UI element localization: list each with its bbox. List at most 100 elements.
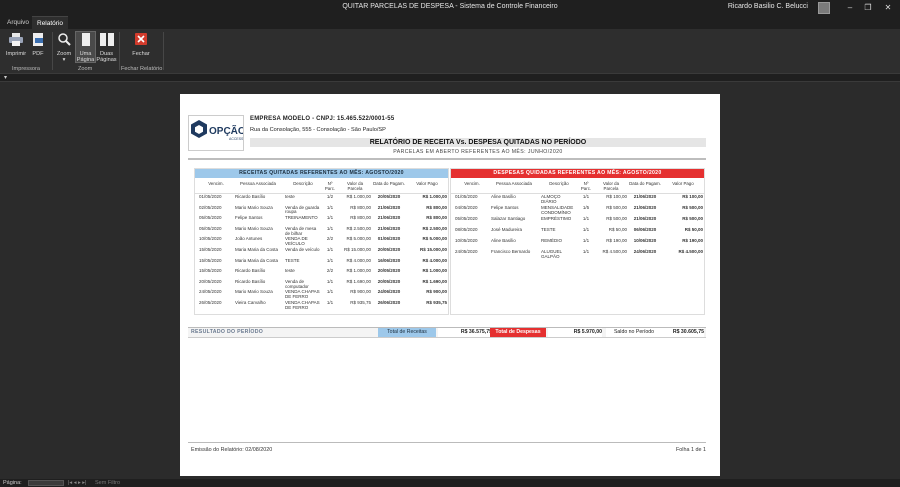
table-cell: Mario Mario Souza — [235, 289, 273, 295]
table-cell: R$ 500,00 — [682, 205, 703, 210]
table-row: 15/05/2020 Maria Maria da Costa Venda de v… — [195, 247, 448, 258]
table-cell: 10/05/2020 — [455, 238, 478, 243]
table-cell: José Madureira — [491, 227, 523, 232]
table-cell: R$ 1.000,00 — [346, 268, 371, 274]
table-cell: 08/05/2020 — [455, 227, 478, 232]
page-label: Página: — [3, 480, 22, 486]
table-row: 01/05/2020 Aline Basílio ALMOÇO DIÁRIO 1/1 R… — [451, 194, 704, 205]
table-cell: 21/06/2020 — [377, 225, 401, 231]
report-subtitle: PARCELAS EM ABERTO REFERENTES AO MÊS: JU… — [393, 149, 563, 155]
tab-arquivo[interactable]: Arquivo — [2, 16, 34, 29]
avatar[interactable] — [818, 2, 830, 14]
table-cell: 05/05/2020 — [455, 216, 478, 221]
table-cell: R$ 800,00 — [426, 215, 447, 221]
close-report-button[interactable]: Fechar — [130, 32, 152, 57]
receitas-panel: RECEITAS QUITADAS REFERENTES AO MÊS: AGO… — [194, 168, 449, 315]
column-header: Descrição — [293, 181, 313, 186]
filter-status: Sem Filtro — [95, 480, 121, 486]
table-cell: R$ 500,00 — [606, 216, 627, 221]
tab-relatorio[interactable]: Relatório — [32, 16, 69, 29]
table-cell: Venda de mesa de bilhar — [285, 225, 317, 236]
table-cell: Venda de computador — [285, 278, 309, 289]
table-cell: 1/1 — [326, 278, 334, 284]
status-bar: Página: |◂ ◂ ▸ ▸| Sem Filtro — [0, 479, 900, 487]
table-cell: TREINAMENTO — [285, 215, 318, 221]
column-header: Valor da Parcela — [602, 181, 620, 191]
table-row: 02/05/2020 Mario Mario Souza Venda de guar… — [195, 205, 448, 216]
pdf-button[interactable]: PDF — [30, 32, 46, 57]
table-cell: 1/2 — [326, 194, 334, 199]
table-cell: 1/1 — [326, 215, 334, 221]
table-cell: R$ 4.000,00 — [422, 257, 447, 263]
table-cell: R$ 1.690,00 — [422, 278, 447, 284]
table-cell: 06/06/2020 — [633, 227, 657, 232]
user-name: Ricardo Basilio C. Belucci — [727, 3, 808, 10]
column-header: Data do Pagam. — [629, 181, 661, 186]
table-row: 15/05/2020 Maria Maria da Costa TESTE 1/1 R$… — [195, 258, 448, 269]
column-header: Pessoa Associada — [496, 181, 532, 186]
minimize-button[interactable]: – — [840, 2, 860, 14]
emission-date: Emissão do Relatório: 02/08/2020 — [191, 447, 273, 453]
table-cell: Mario Mario Souza — [235, 204, 273, 210]
close-icon — [130, 32, 152, 49]
table-cell: Vieira Carvalho — [235, 299, 266, 305]
table-cell: 15/05/2020 — [199, 257, 222, 263]
table-cell: 10/06/2020 — [633, 238, 657, 243]
table-cell: 21/06/2020 — [633, 205, 657, 210]
total-despesas-label: Total de Despesas — [490, 328, 546, 337]
table-cell: R$ 100,00 — [606, 194, 627, 199]
quick-access-toolbar[interactable]: ▾ — [4, 74, 7, 81]
table-cell: R$ 900,00 — [350, 289, 371, 295]
column-header: Nº Parc. — [580, 181, 592, 191]
zoom-button[interactable]: Zoom ▾ — [55, 32, 73, 63]
table-cell: 1/5 — [582, 205, 590, 210]
table-cell: Venda de guarda roupa — [285, 204, 320, 215]
table-cell: R$ 800,00 — [426, 204, 447, 210]
table-cell: 24/06/2020 — [377, 289, 401, 295]
ribbon: Imprimir PDF Impressora Zoom ▾ Uma Págin… — [0, 29, 900, 74]
pdf-icon — [30, 32, 46, 49]
company-logo: OPÇÃO ACCESS — [188, 115, 246, 151]
page-input[interactable] — [28, 480, 64, 486]
table-cell: 26/05/2020 — [199, 299, 222, 305]
table-cell: 02/05/2020 — [199, 204, 222, 210]
table-cell: R$ 1.000,00 — [422, 268, 447, 274]
one-page-button[interactable]: Uma Página — [75, 31, 96, 63]
table-cell: Maria Maria da Costa — [235, 257, 279, 263]
table-row: 24/05/2020 Mario Mario Souza VENDA CHAPAS … — [195, 289, 448, 300]
table-cell: 05/05/2020 — [199, 225, 222, 231]
table-cell: 21/06/2020 — [633, 194, 657, 199]
close-window-button[interactable]: ✕ — [878, 2, 898, 14]
table-row: 05/05/2020 Salazar Santiago EMPRÉSTIMO 1/1 R… — [451, 216, 704, 227]
two-pages-button[interactable]: Duas Páginas — [96, 32, 117, 63]
receitas-column-headers: Vencim. Pessoa Associada Descrição Nº Parc.… — [195, 178, 448, 194]
despesas-header: DESPESAS QUIDADAS REFERENTES AO MÊS: AGO… — [451, 169, 704, 178]
table-cell: R$ 50,00 — [608, 227, 627, 232]
ribbon-separator — [52, 32, 53, 70]
table-cell: 1/1 — [326, 257, 334, 263]
print-button[interactable]: Imprimir — [4, 32, 28, 57]
svg-text:OPÇÃO: OPÇÃO — [209, 124, 243, 137]
page-navigation[interactable]: |◂ ◂ ▸ ▸| — [68, 479, 87, 487]
table-cell: Ricardo Basílio — [235, 278, 266, 284]
despesas-column-headers: Vencim. Pessoa Associada Descrição Nº Parc.… — [451, 178, 704, 194]
table-cell: 1/1 — [326, 225, 334, 231]
table-cell: R$ 500,00 — [606, 205, 627, 210]
group-impressora: Impressora — [12, 66, 40, 72]
report-page: OPÇÃO ACCESS EMPRESA MODELO - CNPJ: 15.4… — [180, 94, 720, 476]
maximize-button[interactable]: ❐ — [858, 2, 878, 14]
table-cell: 21/06/2020 — [377, 215, 401, 221]
table-cell: Felipe Santos — [235, 215, 263, 221]
table-cell: 24/06/2020 — [633, 249, 657, 254]
table-cell: R$ 5.000,00 — [346, 236, 371, 242]
chevron-down-icon: ▾ — [62, 57, 66, 63]
table-cell: 01/06/2020 — [377, 236, 401, 242]
table-cell: 20/05/2020 — [377, 268, 401, 274]
two-pages-icon — [96, 32, 117, 49]
table-cell: Salazar Santiago — [491, 216, 526, 221]
table-cell: MENSALIDADE CONDOMÍNIO — [541, 205, 574, 215]
table-cell: 26/06/2020 — [377, 299, 401, 305]
table-cell: 1/1 — [582, 227, 590, 232]
total-receitas-label: Total de Receitas — [378, 328, 436, 337]
table-cell: 15/05/2020 — [199, 268, 222, 274]
